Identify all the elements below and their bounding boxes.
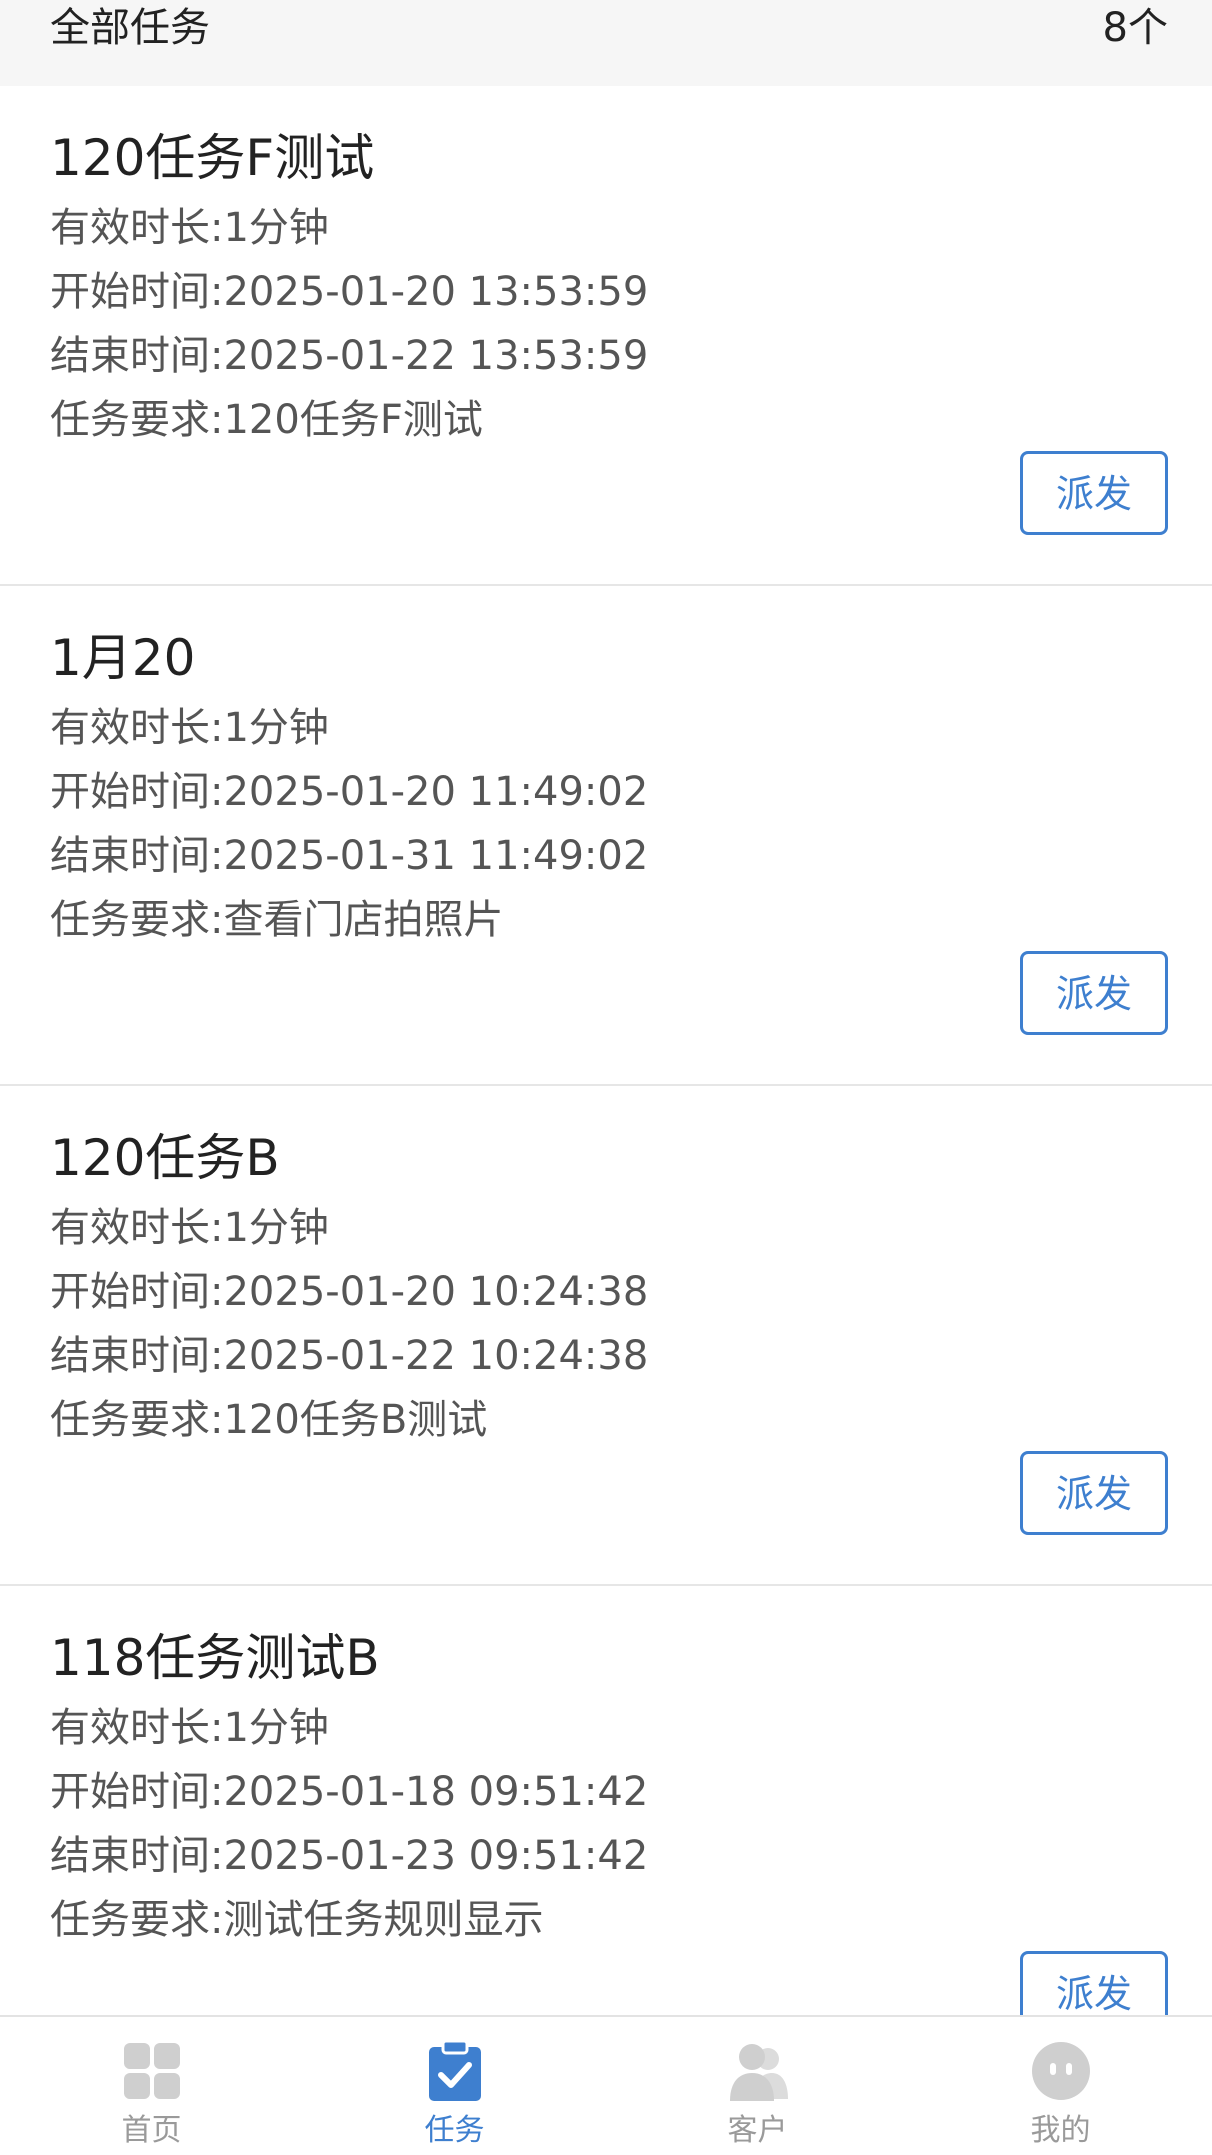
task-duration: 有效时长:1分钟 — [50, 205, 329, 251]
task-end-time: 结束时间:2025-01-31 11:49:02 — [50, 833, 649, 879]
tab-label: 我的 — [1030, 2113, 1091, 2148]
task-duration: 有效时长:1分钟 — [50, 1205, 329, 1251]
home-grid-icon — [123, 2043, 180, 2099]
task-list[interactable]: 120任务F测试 有效时长:1分钟 开始时间:2025-01-20 13:53:… — [0, 86, 1212, 2016]
task-requirement: 任务要求:测试任务规则显示 — [50, 1897, 544, 1943]
task-end-time: 结束时间:2025-01-22 10:24:38 — [50, 1333, 649, 1379]
tab-label: 首页 — [121, 2113, 182, 2148]
task-requirement: 任务要求:查看门店拍照片 — [50, 897, 504, 943]
task-end-time: 结束时间:2025-01-23 09:51:42 — [50, 1833, 649, 1879]
dispatch-button[interactable]: 派发 — [1020, 451, 1168, 535]
task-duration: 有效时长:1分钟 — [50, 1705, 329, 1751]
task-duration: 有效时长:1分钟 — [50, 705, 329, 751]
page-title: 全部任务 — [50, 5, 210, 51]
customer-people-icon — [729, 2044, 788, 2101]
task-title: 1月20 — [50, 629, 196, 687]
task-end-time: 结束时间:2025-01-22 13:53:59 — [50, 333, 649, 379]
task-count: 8个 — [1102, 5, 1168, 51]
tab-task[interactable]: 任务 — [303, 2017, 606, 2155]
task-clipboard-icon — [428, 2039, 481, 2101]
bottom-tab-bar: 首页 任务 客户 我的 — [0, 2015, 1212, 2155]
tab-home[interactable]: 首页 — [0, 2017, 303, 2155]
task-card: 120任务B 有效时长:1分钟 开始时间:2025-01-20 10:24:38… — [0, 1086, 1212, 1586]
tab-mine[interactable]: 我的 — [909, 2017, 1212, 2155]
tab-label: 客户 — [727, 2113, 788, 2148]
dispatch-button[interactable]: 派发 — [1020, 1451, 1168, 1535]
task-start-time: 开始时间:2025-01-20 10:24:38 — [50, 1269, 649, 1315]
tab-label: 任务 — [424, 2113, 485, 2148]
task-requirement: 任务要求:120任务F测试 — [50, 397, 483, 443]
task-card: 1月20 有效时长:1分钟 开始时间:2025-01-20 11:49:02 结… — [0, 586, 1212, 1086]
tab-customer[interactable]: 客户 — [606, 2017, 909, 2155]
dispatch-button[interactable]: 派发 — [1020, 1951, 1168, 2016]
task-start-time: 开始时间:2025-01-20 13:53:59 — [50, 269, 649, 315]
task-requirement: 任务要求:120任务B测试 — [50, 1397, 488, 1443]
dispatch-button[interactable]: 派发 — [1020, 951, 1168, 1035]
task-card: 118任务测试B 有效时长:1分钟 开始时间:2025-01-18 09:51:… — [0, 1586, 1212, 2016]
page-header: 全部任务 8个 — [0, 0, 1212, 86]
task-title: 118任务测试B — [50, 1629, 380, 1687]
profile-face-icon — [1031, 2042, 1090, 2100]
task-title: 120任务B — [50, 1129, 280, 1187]
task-card: 120任务F测试 有效时长:1分钟 开始时间:2025-01-20 13:53:… — [0, 86, 1212, 586]
task-start-time: 开始时间:2025-01-20 11:49:02 — [50, 769, 649, 815]
task-title: 120任务F测试 — [50, 129, 375, 187]
task-start-time: 开始时间:2025-01-18 09:51:42 — [50, 1769, 649, 1815]
